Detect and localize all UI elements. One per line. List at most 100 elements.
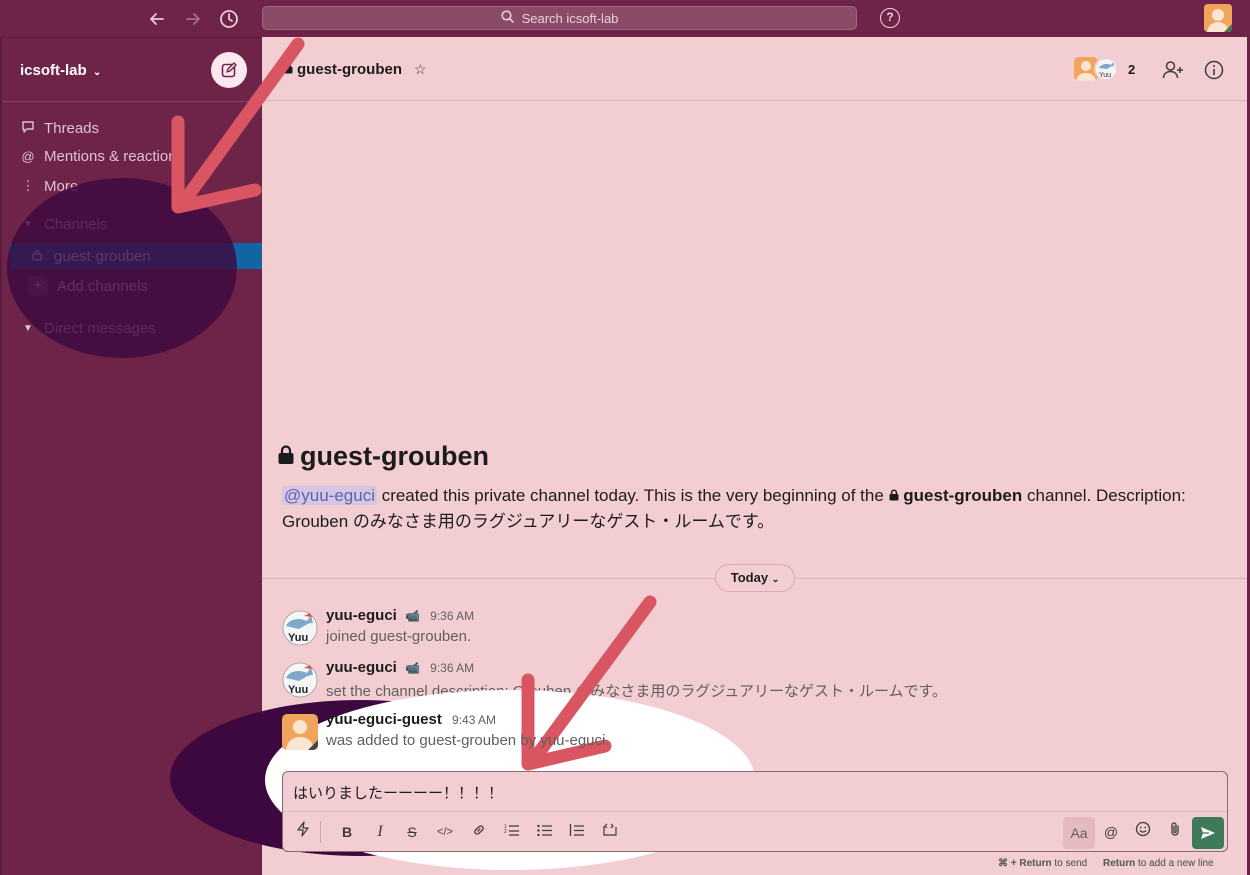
- message-author[interactable]: yuu-eguci: [326, 659, 397, 676]
- member-list-button[interactable]: Yuu 2: [1074, 57, 1135, 81]
- message-body: set the channel description: Grouben のみな…: [326, 683, 948, 700]
- compose-button[interactable]: [211, 52, 247, 88]
- channel-name: guest-grouben: [297, 61, 402, 78]
- svg-text:2: 2: [504, 829, 507, 835]
- search-icon: [501, 10, 514, 26]
- sidebar-item-threads[interactable]: Threads: [18, 116, 99, 140]
- member-count: 2: [1128, 61, 1136, 77]
- caret-down-icon: ▼: [23, 218, 33, 230]
- toolbar-divider: [320, 821, 321, 843]
- sidebar-item-more[interactable]: ⋮ More: [18, 174, 79, 198]
- mention-at-icon[interactable]: @: [1100, 821, 1122, 843]
- svg-text:Yuu: Yuu: [288, 684, 308, 696]
- channel-label: guest-grouben: [54, 247, 151, 265]
- blockquote-icon[interactable]: [566, 821, 588, 843]
- workspace-name: icsoft-lab: [20, 62, 87, 79]
- formatting-toggle-button[interactable]: Aa: [1063, 817, 1095, 849]
- add-member-icon[interactable]: [1162, 59, 1184, 81]
- sidebar-divider: [2, 101, 262, 102]
- link-icon[interactable]: [468, 821, 490, 843]
- italic-icon[interactable]: I: [369, 821, 391, 843]
- sidebar-item-mentions[interactable]: @ Mentions & reactions: [18, 144, 184, 168]
- intro-text-a: created this private channel today. This…: [376, 486, 889, 505]
- bullet-list-icon[interactable]: [534, 821, 556, 843]
- message-timestamp[interactable]: 9:36 AM: [430, 609, 474, 623]
- send-hint-text: to send: [1051, 858, 1088, 869]
- info-icon[interactable]: [1203, 59, 1225, 81]
- sidebar-item-label: Threads: [44, 119, 100, 137]
- avatar[interactable]: Yuu: [282, 610, 318, 646]
- search-placeholder: Search icsoft-lab: [521, 10, 619, 26]
- message-timestamp[interactable]: 9:36 AM: [430, 661, 474, 675]
- direct-messages-section-toggle[interactable]: ▼ Direct messages: [18, 316, 156, 340]
- member-avatar: Yuu: [1094, 57, 1118, 81]
- add-channels-button[interactable]: + Add channels: [28, 274, 148, 298]
- more-icon: ⋮: [21, 178, 35, 193]
- channel-link-label: guest-grouben: [903, 486, 1023, 505]
- message-timestamp[interactable]: 9:43 AM: [452, 713, 496, 727]
- status-emoji-icon: 📹: [405, 609, 420, 623]
- star-icon[interactable]: ☆: [414, 61, 427, 78]
- plus-icon: +: [28, 276, 48, 296]
- help-icon[interactable]: ?: [880, 8, 900, 28]
- message[interactable]: yuu-eguci-guest 9:43 AM was added to gue…: [282, 711, 1222, 757]
- chevron-down-icon: ⌄: [92, 67, 102, 78]
- strikethrough-icon[interactable]: S: [401, 821, 423, 843]
- newline-hint-key: Return: [1103, 858, 1136, 869]
- message-header: yuu-eguci 📹 9:36 AM: [326, 607, 474, 624]
- message-header: yuu-eguci-guest 9:43 AM: [326, 711, 496, 728]
- svg-text:Yuu: Yuu: [288, 632, 308, 644]
- channel-intro-text: @yuu-eguci created this private channel …: [282, 483, 1232, 535]
- message[interactable]: Yuu yuu-eguci 📹 9:36 AM set the channel …: [282, 659, 1222, 705]
- channel-link[interactable]: guest-grouben: [889, 486, 1023, 505]
- search-input[interactable]: Search icsoft-lab: [262, 6, 857, 30]
- message-body: joined guest-grouben.: [326, 628, 472, 645]
- chevron-down-icon: ⌄: [771, 574, 780, 584]
- newline-hint-text: to add a new line: [1135, 858, 1214, 869]
- message-input[interactable]: はいりましたーーーー！！！！: [293, 782, 503, 803]
- shortcuts-lightning-icon[interactable]: [292, 821, 314, 843]
- back-arrow-icon[interactable]: [146, 8, 168, 30]
- code-icon[interactable]: </>: [434, 821, 456, 843]
- emoji-icon[interactable]: [1132, 821, 1154, 843]
- message-composer[interactable]: はいりましたーーーー！！！！ B I S </> 12: [282, 771, 1228, 852]
- user-mention-link[interactable]: @yuu-eguci: [282, 486, 377, 505]
- avatar[interactable]: Yuu: [282, 662, 318, 698]
- message-author[interactable]: yuu-eguci-guest: [326, 711, 442, 728]
- send-hint-key: ⌘ + Return: [998, 858, 1052, 869]
- sidebar-item-label: More: [44, 177, 79, 195]
- formatting-toolbar: B I S </> 12 Aa @: [283, 811, 1227, 852]
- send-button[interactable]: [1192, 817, 1224, 849]
- channel-intro-name: guest-grouben: [300, 441, 489, 471]
- bold-icon[interactable]: B: [336, 821, 358, 843]
- direct-messages-header: Direct messages: [44, 319, 156, 337]
- code-block-icon[interactable]: [599, 821, 621, 843]
- status-emoji-icon: 📹: [405, 661, 420, 675]
- workspace-switcher[interactable]: icsoft-lab ⌄: [20, 62, 101, 79]
- channel-title-button[interactable]: guest-grouben ☆: [282, 61, 427, 78]
- compose-icon: [221, 62, 237, 78]
- history-clock-icon[interactable]: [218, 8, 240, 30]
- channel-header: guest-grouben ☆ Yuu 2: [262, 37, 1247, 101]
- threads-icon: [18, 120, 38, 137]
- lock-icon: [32, 248, 42, 265]
- at-icon: @: [21, 148, 35, 164]
- message[interactable]: Yuu yuu-eguci 📹 9:36 AM joined guest-gro…: [282, 607, 1222, 653]
- ordered-list-icon[interactable]: 12: [501, 821, 523, 843]
- message-header: yuu-eguci 📹 9:36 AM: [326, 659, 474, 676]
- lock-icon: [278, 441, 294, 472]
- sidebar-item-guest-grouben[interactable]: guest-grouben: [10, 243, 264, 269]
- day-divider-label: Today: [730, 570, 769, 585]
- send-hint: ⌘ + Return to send: [998, 858, 1087, 869]
- attachment-paperclip-icon[interactable]: [1164, 821, 1186, 843]
- caret-down-icon: ▼: [23, 322, 33, 334]
- channels-header: Channels: [44, 215, 108, 233]
- user-avatar[interactable]: [1204, 4, 1232, 32]
- forward-arrow-icon[interactable]: [182, 8, 204, 30]
- channels-section-toggle[interactable]: ▼ Channels: [18, 212, 107, 236]
- avatar[interactable]: [282, 714, 318, 750]
- sidebar-item-label: Mentions & reactions: [44, 147, 185, 165]
- svg-text:Yuu: Yuu: [1099, 72, 1111, 79]
- message-author[interactable]: yuu-eguci: [326, 607, 397, 624]
- day-divider-button[interactable]: Today ⌄: [715, 564, 795, 592]
